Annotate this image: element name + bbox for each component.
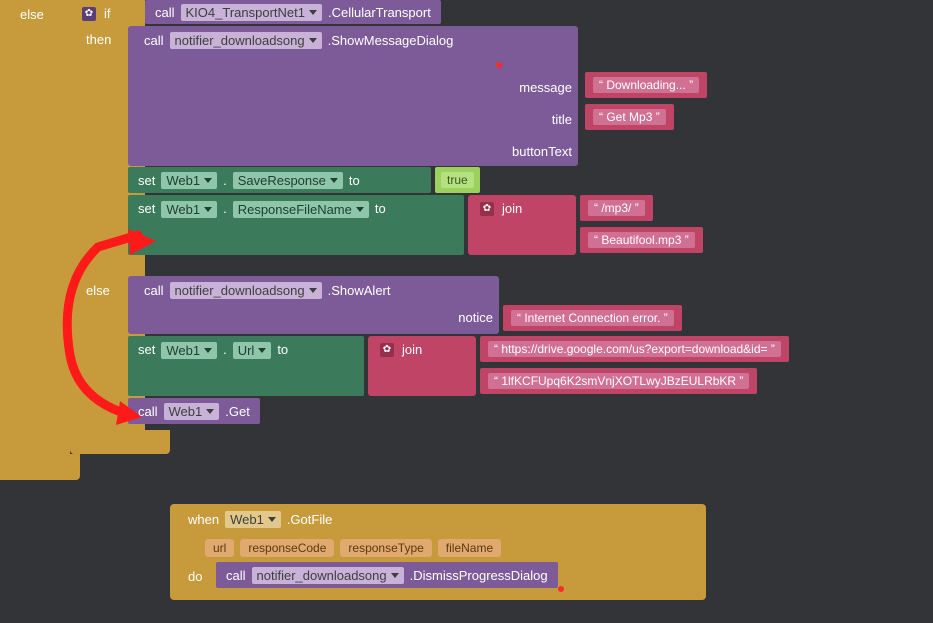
wrap-downloading[interactable]: Downloading...: [585, 72, 707, 98]
dropdown-web1-e[interactable]: Web1: [225, 511, 281, 528]
dropdown-kio4[interactable]: KIO4_TransportNet1: [181, 4, 322, 21]
if-block-bottom: [70, 430, 170, 454]
set-saveresponse[interactable]: set Web1 . SaveResponse to: [128, 167, 431, 193]
outer-else-block[interactable]: [0, 0, 70, 480]
param-buttonText: buttonText: [472, 144, 578, 159]
text-driveid[interactable]: 1lfKCFUpq6K2smVnjXOTLwyJBzEULRbKR: [488, 373, 749, 389]
call-cellular[interactable]: call KIO4_TransportNet1 .CellularTranspo…: [145, 0, 441, 24]
dropdown-notifier-3[interactable]: notifier_downloadsong: [252, 567, 404, 584]
outer-else-label: else: [10, 4, 54, 25]
wrap-getmp3[interactable]: Get Mp3: [585, 104, 674, 130]
text-downloading[interactable]: Downloading...: [593, 77, 699, 93]
true-value: true: [441, 172, 474, 188]
param-notice: notice: [393, 310, 499, 325]
call-showalert-header: call notifier_downloadsong .ShowAlert: [134, 279, 401, 302]
set-url[interactable]: set Web1 . Url to: [128, 336, 364, 396]
dropdown-web1-a[interactable]: Web1: [161, 172, 217, 189]
text-getmp3[interactable]: Get Mp3: [593, 109, 666, 125]
wrap-mp3dir[interactable]: /mp3/: [580, 195, 653, 221]
gear-icon[interactable]: [480, 202, 494, 216]
text-driveurl[interactable]: https://drive.google.com/us?export=downl…: [488, 341, 781, 357]
dropdown-saveresponse[interactable]: SaveResponse: [233, 172, 343, 189]
error-dot: [496, 62, 502, 68]
true-block[interactable]: true: [435, 167, 480, 193]
if-keyword: if: [104, 6, 111, 21]
param-message: message: [472, 80, 578, 95]
inner-else-label: else: [76, 280, 120, 301]
text-mp3dir[interactable]: /mp3/: [588, 200, 645, 216]
if-row: if: [76, 3, 121, 24]
dropdown-notifier-2[interactable]: notifier_downloadsong: [170, 282, 322, 299]
join-header-1: join: [474, 198, 532, 219]
outer-else-bottom: [0, 454, 80, 480]
dropdown-url[interactable]: Url: [233, 342, 272, 359]
param-responseType[interactable]: responseType: [340, 539, 431, 557]
dropdown-notifier-1[interactable]: notifier_downloadsong: [170, 32, 322, 49]
wrap-inet[interactable]: Internet Connection error.: [503, 305, 682, 331]
then-label: then: [76, 29, 121, 50]
call-get[interactable]: call Web1 .Get: [128, 398, 260, 424]
dropdown-web1-d[interactable]: Web1: [164, 403, 220, 420]
join-header-2: join: [374, 339, 432, 360]
param-url[interactable]: url: [205, 539, 234, 557]
call-showdialog-header: call notifier_downloadsong .ShowMessageD…: [134, 29, 463, 52]
dropdown-responsefilename[interactable]: ResponseFileName: [233, 201, 369, 218]
call-dismiss[interactable]: call notifier_downloadsong .DismissProgr…: [216, 562, 558, 588]
set-responsefilename[interactable]: set Web1 . ResponseFileName to: [128, 195, 464, 255]
error-dot: [558, 586, 564, 592]
wrap-driveurl[interactable]: https://drive.google.com/us?export=downl…: [480, 336, 789, 362]
param-fileName[interactable]: fileName: [438, 539, 501, 557]
when-params: url responseCode responseType fileName: [196, 536, 510, 560]
dropdown-web1-c[interactable]: Web1: [161, 342, 217, 359]
gear-icon[interactable]: [380, 343, 394, 357]
text-beautifool[interactable]: Beautifool.mp3: [588, 232, 695, 248]
call-keyword: call: [155, 5, 175, 20]
param-responseCode[interactable]: responseCode: [240, 539, 334, 557]
method-cellular: .CellularTransport: [328, 5, 431, 20]
param-title: title: [472, 112, 578, 127]
wrap-beautifool[interactable]: Beautifool.mp3: [580, 227, 703, 253]
gear-icon[interactable]: [82, 7, 96, 21]
dropdown-web1-b[interactable]: Web1: [161, 201, 217, 218]
when-header: when Web1 .GotFile: [178, 508, 342, 531]
do-label: do: [178, 566, 212, 587]
wrap-driveid[interactable]: 1lfKCFUpq6K2smVnjXOTLwyJBzEULRbKR: [480, 368, 757, 394]
text-inet[interactable]: Internet Connection error.: [511, 310, 674, 326]
